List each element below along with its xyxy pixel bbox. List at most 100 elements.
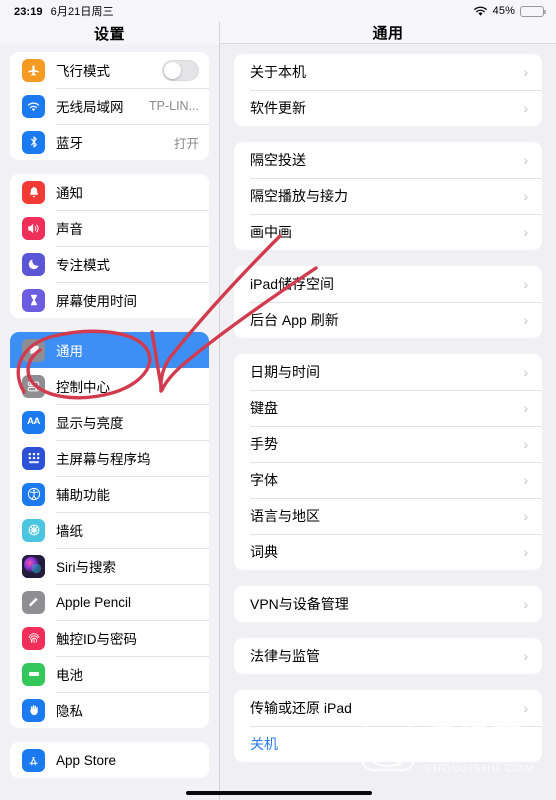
bell-icon bbox=[22, 180, 45, 204]
general-item-0-g1[interactable]: 隔空投送 › bbox=[234, 142, 542, 178]
general-item-label: 软件更新 bbox=[250, 100, 306, 116]
gear-icon bbox=[22, 338, 45, 362]
chevron-right-icon: › bbox=[523, 152, 528, 168]
sidebar-item-2-g2[interactable]: AA 显示与亮度 bbox=[10, 404, 209, 440]
chevron-right-icon: › bbox=[523, 544, 528, 560]
chevron-right-icon: › bbox=[523, 400, 528, 416]
chevron-right-icon: › bbox=[523, 312, 528, 328]
general-item-0-g6[interactable]: 传输或还原 iPad › bbox=[234, 690, 542, 726]
general-item-1-g0[interactable]: 软件更新 › bbox=[234, 90, 542, 126]
sidebar-item-0-g3[interactable]: App Store bbox=[10, 742, 209, 778]
home-indicator[interactable] bbox=[186, 791, 372, 795]
sidebar-item-label: 辅助功能 bbox=[56, 488, 110, 503]
hourglass-icon bbox=[22, 288, 45, 312]
speaker-icon bbox=[22, 216, 45, 240]
sidebar-item-label: 主屏幕与程序坞 bbox=[56, 452, 151, 467]
text-size-icon: AA bbox=[22, 410, 45, 434]
chevron-right-icon: › bbox=[523, 436, 528, 452]
general-item-label: 键盘 bbox=[250, 400, 278, 416]
chevron-right-icon: › bbox=[523, 64, 528, 80]
general-item-1-g3[interactable]: 键盘 › bbox=[234, 390, 542, 426]
sidebar-item-1-g0[interactable]: 无线局域网 TP-LIN... bbox=[10, 88, 209, 124]
general-item-label: 关机 bbox=[250, 736, 278, 752]
sidebar-item-label: 屏幕使用时间 bbox=[56, 294, 137, 309]
pencil-icon bbox=[22, 590, 45, 614]
sidebar-item-label: 控制中心 bbox=[56, 380, 110, 395]
general-item-label: 传输或还原 iPad bbox=[250, 700, 352, 716]
sidebar-item-6-g2[interactable]: Siri与搜索 bbox=[10, 548, 209, 584]
sidebar-item-1-g1[interactable]: 声音 bbox=[10, 210, 209, 246]
airplane-icon bbox=[22, 58, 45, 82]
general-item-label: 日期与时间 bbox=[250, 364, 320, 380]
general-item-label: 法律与监管 bbox=[250, 648, 320, 664]
sidebar-item-label: 隐私 bbox=[56, 704, 83, 719]
sidebar-item-0-g2[interactable]: 通用 bbox=[10, 332, 209, 368]
general-detail-pane: 通用 关于本机 › 软件更新 › 隔空投送 › 隔空播放与接力 › 画中画 › iPad储存空间 › 后… bbox=[220, 22, 556, 800]
wifi-icon bbox=[22, 94, 45, 118]
battery-percent: 45% bbox=[492, 5, 515, 17]
general-item-label: VPN与设备管理 bbox=[250, 596, 349, 612]
general-item-0-g5[interactable]: 法律与监管 › bbox=[234, 638, 542, 674]
moon-icon bbox=[22, 252, 45, 276]
general-group: 法律与监管 › bbox=[234, 638, 542, 674]
general-item-4-g3[interactable]: 语言与地区 › bbox=[234, 498, 542, 534]
sidebar-item-8-g2[interactable]: 触控ID与密码 bbox=[10, 620, 209, 656]
general-item-2-g3[interactable]: 手势 › bbox=[234, 426, 542, 462]
sidebar-item-3-g1[interactable]: 屏幕使用时间 bbox=[10, 282, 209, 318]
general-group: VPN与设备管理 › bbox=[234, 586, 542, 622]
sidebar-item-label: 墙纸 bbox=[56, 524, 83, 539]
sidebar-item-0-g1[interactable]: 通知 bbox=[10, 174, 209, 210]
sidebar-item-label: 电池 bbox=[56, 668, 83, 683]
fingerprint-icon bbox=[22, 626, 45, 650]
general-item-label: 词典 bbox=[250, 544, 278, 560]
ipad-settings-screen: 23:19 6月21日周三 45% 设置 飞行模式无线局域网 TP-LIN... 蓝… bbox=[0, 0, 556, 800]
airplane-mode-toggle[interactable] bbox=[162, 59, 199, 81]
general-item-1-g1[interactable]: 隔空播放与接力 › bbox=[234, 178, 542, 214]
sidebar-item-1-g2[interactable]: 控制中心 bbox=[10, 368, 209, 404]
general-group: 传输或还原 iPad › 关机 bbox=[234, 690, 542, 762]
general-item-label: 后台 App 刷新 bbox=[250, 312, 339, 328]
general-item-3-g3[interactable]: 字体 › bbox=[234, 462, 542, 498]
chevron-right-icon: › bbox=[523, 224, 528, 240]
detail-scroll[interactable]: 关于本机 › 软件更新 › 隔空投送 › 隔空播放与接力 › 画中画 › iPad储存空间 › 后台 A… bbox=[220, 44, 556, 800]
general-item-0-g3[interactable]: 日期与时间 › bbox=[234, 354, 542, 390]
sidebar-item-2-g0[interactable]: 蓝牙 打开 bbox=[10, 124, 209, 160]
sidebar-title: 设置 bbox=[0, 22, 219, 44]
chevron-right-icon: › bbox=[523, 188, 528, 204]
hand-icon bbox=[22, 698, 45, 722]
chevron-right-icon: › bbox=[523, 596, 528, 612]
appstore-icon bbox=[22, 748, 45, 772]
sidebar-item-2-g1[interactable]: 专注模式 bbox=[10, 246, 209, 282]
sidebar-group: App Store bbox=[10, 742, 209, 778]
sidebar-item-5-g2[interactable]: 墙纸 bbox=[10, 512, 209, 548]
general-item-2-g1[interactable]: 画中画 › bbox=[234, 214, 542, 250]
sidebar-scroll[interactable]: 飞行模式无线局域网 TP-LIN... 蓝牙 打开通知 声音 专注模式屏幕使用时间通用控制… bbox=[0, 44, 219, 800]
sidebar-item-label: 无线局域网 bbox=[56, 100, 124, 115]
general-item-0-g2[interactable]: iPad储存空间 › bbox=[234, 266, 542, 302]
general-item-1-g6[interactable]: 关机 bbox=[234, 726, 542, 762]
settings-sidebar: 设置 飞行模式 无线局域网 TP-LIN... 蓝牙 打开 通知 声音 专注模式 屏幕使用时间通… bbox=[0, 22, 220, 800]
general-item-label: 手势 bbox=[250, 436, 278, 452]
status-bar-left: 23:19 6月21日周三 bbox=[14, 3, 114, 19]
chevron-right-icon: › bbox=[523, 364, 528, 380]
general-item-0-g4[interactable]: VPN与设备管理 › bbox=[234, 586, 542, 622]
general-item-0-g0[interactable]: 关于本机 › bbox=[234, 54, 542, 90]
split-view: 设置 飞行模式 无线局域网 TP-LIN... 蓝牙 打开 通知 声音 专注模式 屏幕使用时间通… bbox=[0, 22, 556, 800]
sidebar-item-4-g2[interactable]: 辅助功能 bbox=[10, 476, 209, 512]
status-bar-right: 45% bbox=[473, 5, 546, 17]
sidebar-item-10-g2[interactable]: 隐私 bbox=[10, 692, 209, 728]
general-item-label: 隔空投送 bbox=[250, 152, 306, 168]
general-item-5-g3[interactable]: 词典 › bbox=[234, 534, 542, 570]
sidebar-group: 通知 声音 专注模式屏幕使用时间 bbox=[10, 174, 209, 318]
sidebar-item-0-g0[interactable]: 飞行模式 bbox=[10, 52, 209, 88]
sidebar-item-7-g2[interactable]: Apple Pencil bbox=[10, 584, 209, 620]
status-bar: 23:19 6月21日周三 45% bbox=[0, 0, 556, 22]
general-item-1-g2[interactable]: 后台 App 刷新 › bbox=[234, 302, 542, 338]
accessibility-icon bbox=[22, 482, 45, 506]
sidebar-item-9-g2[interactable]: 电池 bbox=[10, 656, 209, 692]
sidebar-group: 飞行模式无线局域网 TP-LIN... 蓝牙 打开 bbox=[10, 52, 209, 160]
siri-icon bbox=[22, 554, 45, 578]
sidebar-item-label: 飞行模式 bbox=[56, 64, 110, 79]
wifi-icon bbox=[473, 6, 487, 16]
sidebar-item-3-g2[interactable]: 主屏幕与程序坞 bbox=[10, 440, 209, 476]
